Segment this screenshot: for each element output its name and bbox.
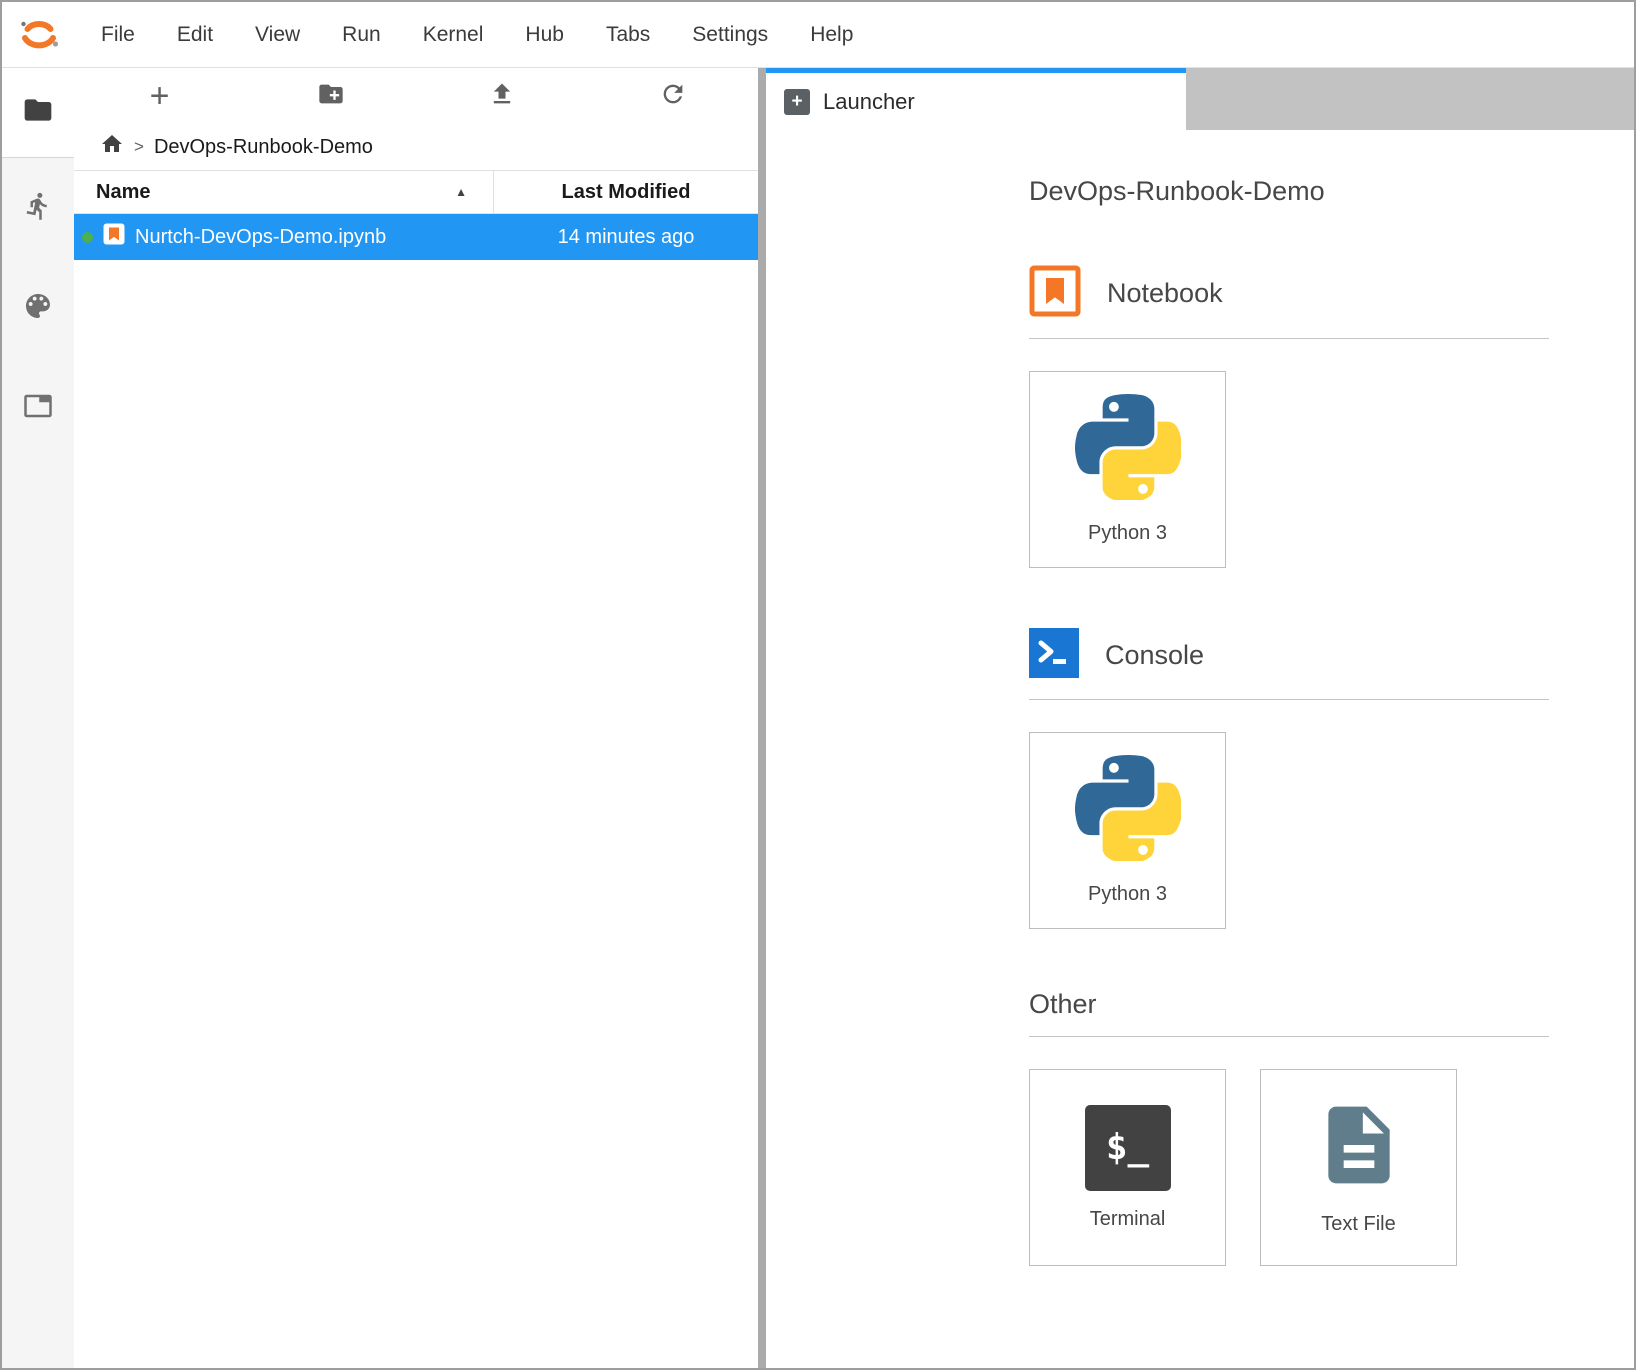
section-label: Console [1105,640,1204,671]
sidebar-tab-command-palette[interactable] [2,258,74,358]
launcher-tab-label: Launcher [823,89,915,115]
launcher-panel: DevOps-Runbook-Demo Notebook [766,130,1634,1368]
refresh-button[interactable] [587,68,758,124]
card-label: Python 3 [1088,883,1167,906]
breadcrumb-separator: > [134,137,144,157]
workspace: + [2,68,1634,1368]
file-list-header: Name ▲ Last Modified [74,170,758,214]
card-label: Python 3 [1088,522,1167,545]
menu-settings[interactable]: Settings [671,23,789,47]
launcher-card-console-python3[interactable]: Python 3 [1029,732,1226,929]
main-area: + Launcher DevOps-Runbook-Demo [766,68,1634,1368]
section-header: Other [1029,989,1634,1020]
breadcrumb: > DevOps-Runbook-Demo [74,124,758,170]
launcher-card-terminal[interactable]: $_ Terminal [1029,1069,1226,1266]
new-launcher-icon: + [150,79,170,113]
sidebar-tab-file-browser[interactable] [2,68,74,158]
menu-view[interactable]: View [234,23,321,47]
tab-bar: + Launcher [766,68,1634,130]
home-icon[interactable] [100,132,124,162]
column-header-last-modified[interactable]: Last Modified [494,181,758,204]
card-row: Python 3 [1029,732,1634,929]
menu-kernel[interactable]: Kernel [402,23,505,47]
launcher-card-text-file[interactable]: Text File [1260,1069,1457,1266]
refresh-icon [659,80,687,113]
menu-help[interactable]: Help [789,23,874,47]
card-label: Terminal [1090,1208,1166,1231]
upload-icon [488,80,516,113]
menu-bar: File Edit View Run Kernel Hub Tabs Setti… [2,2,1634,68]
launcher-card-notebook-python3[interactable]: Python 3 [1029,371,1226,568]
folder-icon [22,94,54,131]
file-name: Nurtch-DevOps-Demo.ipynb [135,226,386,249]
text-file-icon [1313,1099,1405,1196]
column-header-name[interactable]: Name ▲ [74,171,494,213]
launcher-section-notebook: Notebook Python 3 [1029,265,1634,568]
launcher-title: DevOps-Runbook-Demo [1029,176,1634,207]
terminal-icon: $_ [1085,1105,1171,1191]
section-label: Notebook [1107,278,1223,309]
file-browser-toolbar: + [74,68,758,124]
file-row[interactable]: Nurtch-DevOps-Demo.ipynb 14 minutes ago [74,214,758,260]
new-folder-icon [317,80,345,113]
file-last-modified: 14 minutes ago [494,226,758,249]
tab-launcher[interactable]: + Launcher [766,68,1186,130]
running-sessions-icon [23,191,53,226]
activity-sidebar [2,68,74,1368]
file-row-name-cell: Nurtch-DevOps-Demo.ipynb [74,222,494,252]
launcher-section-other: Other $_ Terminal Text File [1029,989,1634,1266]
section-header: Notebook [1029,265,1634,322]
name-column-label: Name [96,181,150,204]
section-divider [1029,338,1549,339]
notebook-icon [1029,265,1081,322]
file-browser-panel: + [74,68,758,1368]
notebook-file-icon [102,222,126,252]
menu-edit[interactable]: Edit [156,23,234,47]
section-divider [1029,699,1549,700]
card-row: $_ Terminal Text File [1029,1069,1634,1266]
python-logo [1075,755,1181,866]
section-label: Other [1029,989,1097,1020]
sort-ascending-icon: ▲ [455,185,467,199]
python-logo [1075,394,1181,505]
jupyterlab-window: File Edit View Run Kernel Hub Tabs Setti… [0,0,1636,1370]
kernel-running-dot [82,232,93,243]
section-divider [1029,1036,1549,1037]
card-label: Text File [1321,1213,1395,1236]
sidebar-tab-running-sessions[interactable] [2,158,74,258]
menu-hub[interactable]: Hub [504,23,585,47]
launcher-tab-icon: + [784,89,810,115]
console-icon [1029,628,1079,683]
new-launcher-button[interactable]: + [74,68,245,124]
card-row: Python 3 [1029,371,1634,568]
panel-resize-handle[interactable] [758,68,766,1368]
menu-file[interactable]: File [80,23,156,47]
menu-tabs[interactable]: Tabs [585,23,671,47]
launcher-section-console: Console Python 3 [1029,628,1634,929]
jupyter-logo-icon [12,10,66,60]
command-palette-icon [22,290,54,327]
section-header: Console [1029,628,1634,683]
breadcrumb-current-folder[interactable]: DevOps-Runbook-Demo [154,136,373,159]
sidebar-tab-open-tabs[interactable] [2,358,74,458]
menu-run[interactable]: Run [321,23,402,47]
new-folder-button[interactable] [245,68,416,124]
upload-button[interactable] [416,68,587,124]
open-tabs-icon [23,391,53,426]
